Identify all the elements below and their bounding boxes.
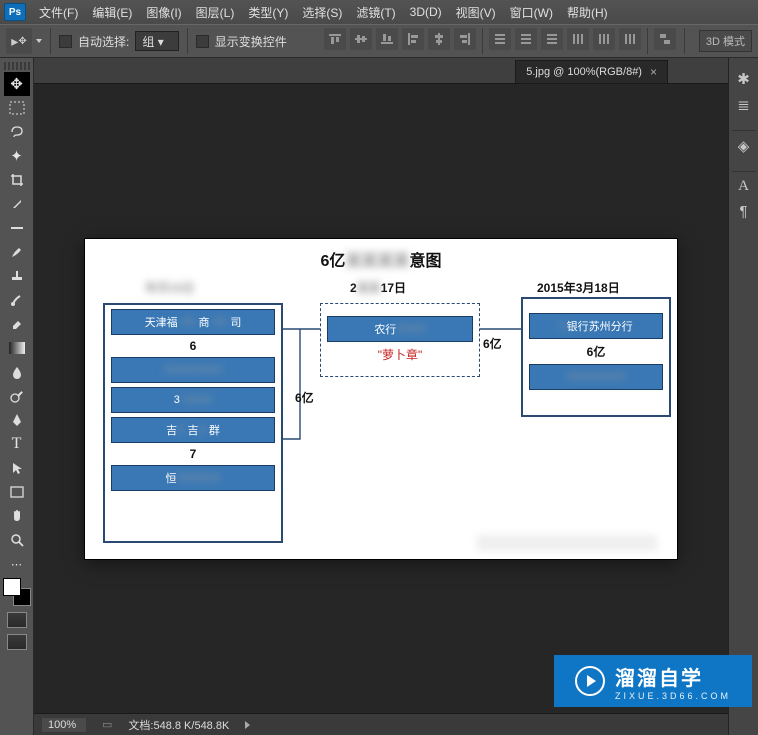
history-brush-tool-icon[interactable] — [4, 288, 30, 312]
navigator-panel-icon[interactable]: ✱ — [737, 70, 750, 88]
auto-select-dropdown[interactable]: 组 ▾ — [135, 31, 178, 51]
distribute-hcenter-icon[interactable] — [593, 28, 615, 50]
auto-align-icon[interactable] — [654, 28, 676, 50]
menu-filter[interactable]: 滤镜(T) — [349, 4, 402, 21]
watermark-overlay: 溜溜自学 ZIXUE.3D66.COM — [554, 655, 752, 707]
dodge-tool-icon[interactable] — [4, 384, 30, 408]
statusbar-flyout-icon[interactable] — [245, 721, 250, 729]
rectangle-tool-icon[interactable] — [4, 480, 30, 504]
align-right-icon[interactable] — [454, 28, 476, 50]
app-logo: Ps — [4, 3, 26, 21]
clone-stamp-tool-icon[interactable] — [4, 264, 30, 288]
auto-select-checkbox[interactable] — [59, 35, 72, 48]
screenmode-toggle-icon[interactable] — [7, 634, 27, 650]
connectors — [85, 239, 677, 559]
foreground-color-swatch[interactable] — [3, 578, 21, 596]
menu-3d[interactable]: 3D(D) — [403, 5, 449, 19]
menu-type[interactable]: 类型(Y) — [241, 4, 295, 21]
cube-3d-panel-icon[interactable]: ◈ — [738, 137, 750, 155]
menu-select[interactable]: 选择(S) — [295, 4, 349, 21]
align-bottom-icon[interactable] — [376, 28, 398, 50]
tool-preset-dropdown-icon[interactable] — [36, 39, 42, 43]
close-tab-icon[interactable]: × — [650, 65, 657, 79]
move-tool-preset-icon[interactable]: ▸✥ — [6, 28, 32, 54]
watermark-text: 溜溜自学 — [615, 662, 731, 691]
menu-view[interactable]: 视图(V) — [449, 4, 503, 21]
zoom-tool-icon[interactable] — [4, 528, 30, 552]
menu-help[interactable]: 帮助(H) — [560, 4, 615, 21]
mode-3d-button[interactable]: 3D 模式 — [699, 30, 752, 52]
canvas-area[interactable]: 6亿某某某某意图 年月16日 2某某17日 2015年3月18日 天津福 XX … — [34, 84, 728, 713]
path-selection-tool-icon[interactable] — [4, 456, 30, 480]
lasso-tool-icon[interactable] — [4, 120, 30, 144]
distribute-bottom-icon[interactable] — [541, 28, 563, 50]
pen-tool-icon[interactable] — [4, 408, 30, 432]
show-transform-label: 显示变换控件 — [215, 33, 287, 50]
menu-layer[interactable]: 图层(L) — [189, 4, 242, 21]
align-hcenter-icon[interactable] — [428, 28, 450, 50]
color-swatches[interactable] — [3, 578, 31, 606]
play-icon — [575, 666, 605, 696]
type-tool-icon[interactable]: T — [4, 432, 30, 456]
right-panel-dock: ✱ ≣ ◈ A ¶ — [728, 58, 758, 735]
align-top-icon[interactable] — [324, 28, 346, 50]
amount-left: 6亿 — [295, 389, 314, 406]
menu-image[interactable]: 图像(I) — [139, 4, 188, 21]
menu-window[interactable]: 窗口(W) — [503, 4, 560, 21]
options-bar: ▸✥ 自动选择: 组 ▾ 显示变换控件 3D 模式 — [0, 24, 758, 58]
statusbar-info-icon[interactable]: ▭ — [102, 718, 112, 731]
crop-tool-icon[interactable] — [4, 168, 30, 192]
zoom-level[interactable]: 100% — [42, 718, 86, 732]
eyedropper-tool-icon[interactable] — [4, 192, 30, 216]
amount-mid: 6亿 — [483, 335, 502, 352]
marquee-tool-icon[interactable] — [4, 96, 30, 120]
watermark-url: ZIXUE.3D66.COM — [615, 691, 731, 701]
status-bar: 100% ▭ 文档:548.8 K/548.8K — [34, 713, 728, 735]
document-tab-title: 5.jpg @ 100%(RGB/8#) — [526, 66, 642, 78]
menu-edit[interactable]: 编辑(E) — [85, 4, 139, 21]
align-vcenter-icon[interactable] — [350, 28, 372, 50]
show-transform-checkbox[interactable] — [196, 35, 209, 48]
distribute-left-icon[interactable] — [567, 28, 589, 50]
healing-brush-tool-icon[interactable] — [4, 216, 30, 240]
histogram-panel-icon[interactable]: ≣ — [737, 96, 750, 114]
align-buttons — [324, 28, 676, 54]
distribute-vcenter-icon[interactable] — [515, 28, 537, 50]
bottom-blur — [477, 535, 657, 551]
workspace: 5.jpg @ 100%(RGB/8#) × 6亿某某某某意图 年月16日 2某… — [34, 58, 728, 735]
brush-tool-icon[interactable] — [4, 240, 30, 264]
edit-toolbar-icon[interactable]: ⋯ — [4, 552, 30, 576]
blur-tool-icon[interactable] — [4, 360, 30, 384]
menu-bar: Ps 文件(F) 编辑(E) 图像(I) 图层(L) 类型(Y) 选择(S) 滤… — [0, 0, 758, 24]
document-tab[interactable]: 5.jpg @ 100%(RGB/8#) × — [515, 60, 668, 83]
paragraph-panel-icon[interactable]: ¶ — [739, 203, 747, 220]
toolbox: ✥ ✦ T ⋯ — [0, 58, 34, 735]
eraser-tool-icon[interactable] — [4, 312, 30, 336]
document-tab-bar: 5.jpg @ 100%(RGB/8#) × — [34, 58, 728, 84]
distribute-top-icon[interactable] — [489, 28, 511, 50]
auto-select-label: 自动选择: — [78, 33, 129, 50]
move-tool-icon[interactable]: ✥ — [4, 72, 30, 96]
magic-wand-tool-icon[interactable]: ✦ — [4, 144, 30, 168]
align-left-icon[interactable] — [402, 28, 424, 50]
distribute-right-icon[interactable] — [619, 28, 641, 50]
hand-tool-icon[interactable] — [4, 504, 30, 528]
document-canvas: 6亿某某某某意图 年月16日 2某某17日 2015年3月18日 天津福 XX … — [85, 239, 677, 559]
menu-file[interactable]: 文件(F) — [32, 4, 85, 21]
doc-size-label: 文档:548.8 K/548.8K — [128, 717, 229, 733]
character-panel-icon[interactable]: A — [738, 178, 749, 195]
quickmask-toggle-icon[interactable] — [7, 612, 27, 628]
gradient-tool-icon[interactable] — [4, 336, 30, 360]
